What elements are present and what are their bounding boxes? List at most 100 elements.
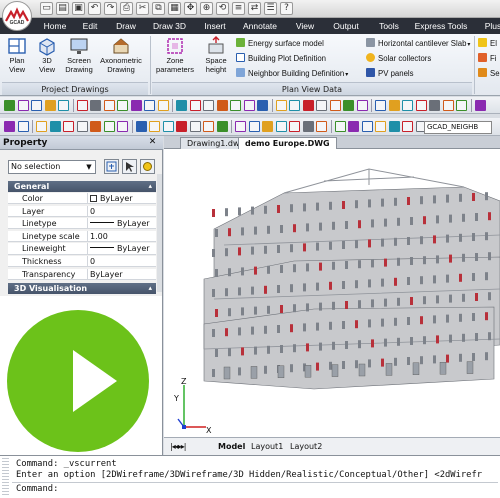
toolbar-tool-icon[interactable] [176, 121, 187, 132]
toolbar-tool-icon[interactable] [63, 121, 74, 132]
toolbar-tool-icon[interactable] [17, 100, 29, 111]
ribbon-tab-annotate[interactable]: Annotate [237, 18, 283, 34]
screen-drawing-button[interactable]: Screen Drawing [64, 36, 94, 74]
toolbar-tool-icon[interactable] [248, 121, 260, 132]
toolbar-tool-icon[interactable] [275, 100, 287, 111]
ribbon-tab-draw[interactable]: Draw [112, 18, 140, 34]
toolbar-tool-icon[interactable] [302, 121, 314, 132]
toolbar-tool-icon[interactable] [289, 100, 300, 111]
property-row-color[interactable]: Color ByLayer [8, 193, 156, 205]
property-row-layer[interactable]: Layer 0 [8, 205, 156, 217]
drawing-canvas[interactable]: Z Y X [164, 149, 500, 437]
toolbar-tool-icon[interactable] [402, 100, 413, 111]
toolbar-tool-icon[interactable] [203, 121, 214, 132]
toolbar-tool-icon[interactable] [216, 121, 228, 132]
layout-nav-arrows[interactable]: |◂◂▸▸| [170, 441, 186, 453]
paste-icon[interactable]: ▦ [168, 2, 181, 15]
plan-view-button[interactable]: Plan View [4, 36, 30, 74]
select-objects-button[interactable] [104, 159, 119, 174]
toolbar-tool-icon[interactable] [103, 121, 115, 132]
command-grip[interactable] [2, 458, 9, 496]
ribbon-item-el[interactable]: El [478, 38, 497, 50]
toolbar-tool-icon[interactable] [235, 121, 246, 132]
new-icon[interactable]: ▭ [40, 2, 53, 15]
quick-select-button[interactable] [122, 159, 137, 174]
ribbon-tab-output[interactable]: Output [328, 18, 364, 34]
toolbar-tool-icon[interactable] [388, 100, 400, 111]
toolbar-tool-icon[interactable] [375, 100, 386, 111]
toolbar-tool-icon[interactable] [329, 100, 341, 111]
pv-panels-item[interactable]: PV panels [366, 68, 414, 80]
toolbar-tool-icon[interactable] [316, 100, 327, 111]
property-row-lineweight[interactable]: Lineweight ByLayer [8, 243, 156, 255]
toolbar-tool-icon[interactable] [275, 121, 287, 132]
layer-combo[interactable]: GCAD_NEIGHB [424, 121, 492, 134]
toolbar-tool-icon[interactable] [257, 100, 268, 111]
toolbar-tool-icon[interactable] [243, 100, 255, 111]
toolbar-tool-icon[interactable] [388, 121, 400, 132]
general-section-header[interactable]: General ▴ [8, 181, 156, 192]
neighbor-building-definition-item[interactable]: Neighbor Building Definition▾ [236, 68, 348, 80]
property-row-transparency[interactable]: Transparency ByLayer [8, 268, 156, 280]
building-plot-definition-item[interactable]: Building Plot Definition [236, 53, 326, 65]
toolbar-tool-icon[interactable] [44, 100, 56, 111]
toolbar-tool-icon[interactable] [90, 121, 101, 132]
pick-add-button[interactable] [140, 159, 155, 174]
toolbar-tool-icon[interactable] [117, 121, 128, 132]
toolbar-tool-icon[interactable] [402, 121, 413, 132]
toolbar-tool-icon[interactable] [474, 100, 486, 111]
ribbon-tab-edit[interactable]: Edit [74, 18, 106, 34]
toolbar-tool-icon[interactable] [302, 100, 314, 111]
toolbar-tool-icon[interactable] [135, 121, 147, 132]
ribbon-tab-draw-3d[interactable]: Draw 3D [147, 18, 192, 34]
toolbar-tool-icon[interactable] [103, 100, 115, 111]
redo-icon[interactable]: ↷ [104, 2, 117, 15]
toolbar-tool-icon[interactable] [76, 100, 88, 111]
close-icon[interactable]: ✕ [147, 137, 158, 148]
toolbar-tool-icon[interactable] [230, 100, 241, 111]
toolbar-tool-icon[interactable] [189, 121, 201, 132]
zoom-icon[interactable]: ⊕ [200, 2, 213, 15]
toolbar-tool-icon[interactable] [316, 121, 327, 132]
toolbar-tool-icon[interactable] [262, 121, 273, 132]
toolbar-tool-icon[interactable] [49, 121, 61, 132]
toolbar-tool-icon[interactable] [90, 100, 101, 111]
toolbar-tool-icon[interactable] [216, 100, 228, 111]
axonometric-drawing-button[interactable]: Axonometric Drawing [96, 36, 146, 74]
toolbar-tool-icon[interactable] [176, 100, 187, 111]
ribbon-item-se[interactable]: Se [478, 68, 500, 80]
help-icon[interactable]: ? [280, 2, 293, 15]
toolbar-tool-icon[interactable] [348, 121, 359, 132]
property-scrollbar[interactable] [157, 174, 162, 292]
toolbar-tool-icon[interactable] [76, 121, 88, 132]
solar-collectors-item[interactable]: Solar collectors [366, 53, 431, 65]
toolbar-tool-icon[interactable] [334, 121, 346, 132]
ribbon-tab-tools[interactable]: Tools [372, 18, 406, 34]
command-input[interactable]: Command: [12, 482, 498, 496]
copy-icon[interactable]: ⧉ [152, 2, 165, 15]
toolbar-tool-icon[interactable] [4, 100, 15, 111]
toolbar-tool-icon[interactable] [456, 100, 467, 111]
toolbar-tool-icon[interactable] [289, 121, 300, 132]
space-height-button[interactable]: Space height [200, 36, 232, 74]
3d-view-button[interactable]: 3D View [34, 36, 60, 74]
selection-dropdown[interactable]: No selection ▼ [8, 160, 96, 174]
save-icon[interactable]: ▣ [72, 2, 85, 15]
toolbar-tool-icon[interactable] [189, 100, 201, 111]
layout-tab-layout1[interactable]: Layout1 [251, 441, 283, 453]
toolbar-tool-icon[interactable] [149, 121, 160, 132]
layer-icon[interactable]: ≡ [232, 2, 245, 15]
toolbar-tool-icon[interactable] [157, 100, 169, 111]
toolbar-tool-icon[interactable] [203, 100, 214, 111]
toolbar-tool-icon[interactable] [343, 100, 354, 111]
layout-tab-model[interactable]: Model [218, 441, 245, 453]
toolbar-tool-icon[interactable] [356, 100, 368, 111]
ribbon-item-fi[interactable]: Fi [478, 53, 497, 65]
app-logo-icon[interactable]: GCAD [2, 1, 32, 31]
property-row-linetype-scale[interactable]: Linetype scale 1.00 [8, 230, 156, 243]
cut-icon[interactable]: ✂ [136, 2, 149, 15]
toolbar-tool-icon[interactable] [162, 121, 174, 132]
property-row-linetype[interactable]: Linetype ByLayer [8, 218, 156, 230]
ribbon-tab-express-tools[interactable]: Express Tools [412, 18, 470, 34]
ribbon-tab-insert[interactable]: Insert [200, 18, 230, 34]
